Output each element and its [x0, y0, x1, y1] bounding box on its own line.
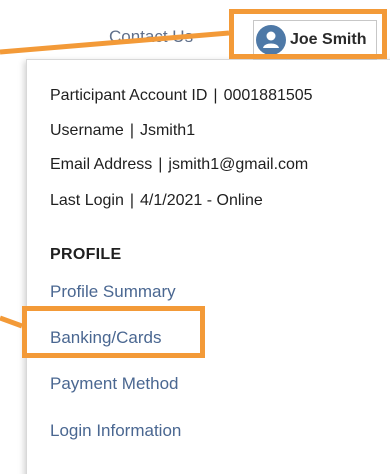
- login-information-link[interactable]: Login Information: [50, 421, 181, 441]
- username-row: Username | Jsmith1: [50, 122, 195, 140]
- username-label: Username: [50, 122, 124, 139]
- email-row: Email Address | jsmith1@gmail.com: [50, 156, 308, 174]
- last-login-label: Last Login: [50, 192, 124, 209]
- last-login-value: 4/1/2021 - Online: [140, 192, 263, 209]
- participant-id-value: 0001881505: [223, 87, 313, 104]
- last-login-row: Last Login | 4/1/2021 - Online: [50, 192, 263, 210]
- separator: |: [213, 87, 218, 104]
- user-button-highlight: [229, 9, 387, 59]
- banking-cards-highlight: [22, 306, 205, 358]
- participant-id-row: Participant Account ID | 0001881505: [50, 87, 313, 105]
- username-value: Jsmith1: [139, 122, 196, 139]
- separator: |: [129, 122, 134, 139]
- contact-us-link[interactable]: Contact Us: [109, 27, 193, 47]
- stage: Contact Us Joe Smith Participant Account…: [0, 0, 390, 474]
- profile-heading: PROFILE: [50, 246, 122, 263]
- profile-summary-link[interactable]: Profile Summary: [50, 282, 176, 302]
- participant-id-label: Participant Account ID: [50, 87, 208, 104]
- separator: |: [158, 156, 163, 173]
- payment-method-link[interactable]: Payment Method: [50, 374, 179, 394]
- email-value: jsmith1@gmail.com: [168, 156, 309, 173]
- email-label: Email Address: [50, 156, 153, 173]
- separator: |: [129, 192, 134, 209]
